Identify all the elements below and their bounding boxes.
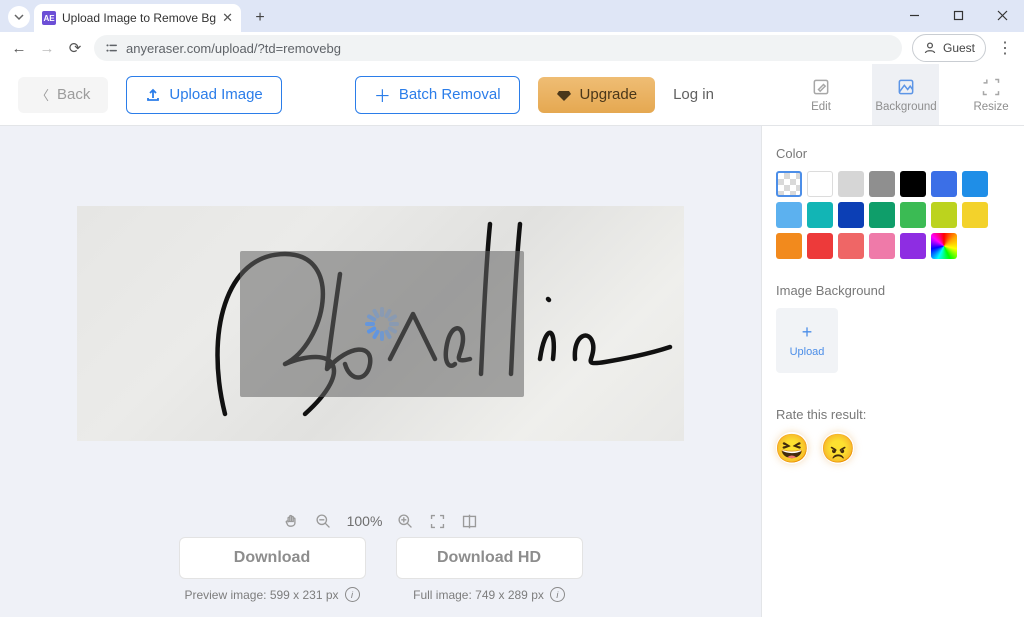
image-canvas[interactable] [77,206,684,441]
browser-tab[interactable]: AE Upload Image to Remove Bg ✕ [34,4,241,32]
upgrade-button[interactable]: Upgrade [538,77,656,113]
tool-resize-label: Resize [973,101,1008,113]
color-swatch[interactable] [807,202,833,228]
fit-screen-icon[interactable] [428,512,446,530]
login-link[interactable]: Log in [673,86,714,103]
right-panel: Color Image Background + Upload Rate thi… [761,126,1024,617]
new-tab-button[interactable]: + [247,5,273,31]
color-swatch[interactable] [776,171,802,197]
download-hd-button[interactable]: Download HD [396,537,583,579]
color-heading: Color [776,146,1010,161]
color-swatch[interactable] [900,233,926,259]
window-maximize-button[interactable] [936,0,980,30]
color-swatch[interactable] [869,202,895,228]
batch-removal-label: Batch Removal [399,86,501,103]
image-background-heading: Image Background [776,283,1010,298]
color-swatch[interactable] [962,202,988,228]
color-swatch[interactable] [807,233,833,259]
nav-back-icon[interactable]: ← [10,40,28,57]
guest-avatar-icon [923,41,937,55]
edit-icon [811,77,831,97]
batch-removal-button[interactable]: ＋ Batch Removal [355,76,520,114]
back-label: Back [57,86,90,103]
tool-background-label: Background [875,101,936,113]
upload-image-label: Upload Image [169,86,262,103]
back-button[interactable]: 〈 Back [18,77,108,113]
browser-menu-icon[interactable]: ⋮ [996,38,1014,58]
window-close-button[interactable] [980,0,1024,30]
plus-icon: ＋ [374,82,391,107]
rate-angry-button[interactable]: 😠 [822,432,854,464]
preview-image-info: Preview image: 599 x 231 px i [184,587,359,602]
nav-forward-icon[interactable]: → [38,40,56,57]
tool-edit-label: Edit [811,101,831,113]
chevron-left-icon: 〈 [36,85,49,104]
tool-resize[interactable]: Resize [957,64,1024,125]
zoom-in-icon[interactable] [396,512,414,530]
download-button[interactable]: Download [179,537,366,579]
window-minimize-button[interactable] [892,0,936,30]
upload-image-button[interactable]: Upload Image [126,76,281,114]
upload-icon [145,87,161,103]
upload-background-label: Upload [790,346,825,358]
upload-background-tile[interactable]: + Upload [776,308,838,373]
rate-happy-button[interactable]: 😆 [776,432,808,464]
tab-favicon: AE [42,11,56,25]
plus-icon: + [802,323,813,341]
site-settings-icon [104,41,118,55]
hand-pan-icon[interactable] [283,512,301,530]
color-swatch-grid [776,171,1010,259]
rate-heading: Rate this result: [776,407,1010,422]
background-icon [896,77,916,97]
tool-background[interactable]: Background [872,64,939,125]
info-icon[interactable]: i [550,587,565,602]
color-swatch[interactable] [931,171,957,197]
info-icon[interactable]: i [345,587,360,602]
guest-label: Guest [943,41,975,55]
url-text: anyeraser.com/upload/?td=removebg [126,41,341,56]
color-swatch[interactable] [776,202,802,228]
compare-split-icon[interactable] [460,512,478,530]
color-swatch[interactable] [962,171,988,197]
color-swatch[interactable] [838,171,864,197]
color-swatch[interactable] [900,202,926,228]
processing-overlay [240,251,524,397]
color-swatch[interactable] [869,233,895,259]
color-swatch[interactable] [807,171,833,197]
color-swatch[interactable] [838,233,864,259]
diamond-icon [556,87,572,103]
resize-icon [981,77,1001,97]
tab-search-dropdown[interactable] [8,6,30,28]
zoom-level: 100% [347,513,383,529]
color-swatch[interactable] [869,171,895,197]
color-swatch[interactable] [776,233,802,259]
address-bar[interactable]: anyeraser.com/upload/?td=removebg [94,35,902,61]
tab-title: Upload Image to Remove Bg [62,11,216,25]
tab-close-icon[interactable]: ✕ [222,10,233,26]
tool-edit[interactable]: Edit [787,64,854,125]
upgrade-label: Upgrade [580,86,638,103]
color-swatch[interactable] [931,202,957,228]
zoom-toolbar: 100% [0,512,761,530]
nav-reload-icon[interactable]: ⟳ [66,39,84,57]
editor-canvas-area: 100% Download Preview image: 599 x 231 p… [0,126,761,617]
color-swatch[interactable] [900,171,926,197]
loading-spinner-icon [365,307,399,341]
color-swatch[interactable] [838,202,864,228]
profile-guest-chip[interactable]: Guest [912,34,986,62]
zoom-out-icon[interactable] [315,512,333,530]
color-swatch[interactable] [931,233,957,259]
full-image-info: Full image: 749 x 289 px i [413,587,565,602]
